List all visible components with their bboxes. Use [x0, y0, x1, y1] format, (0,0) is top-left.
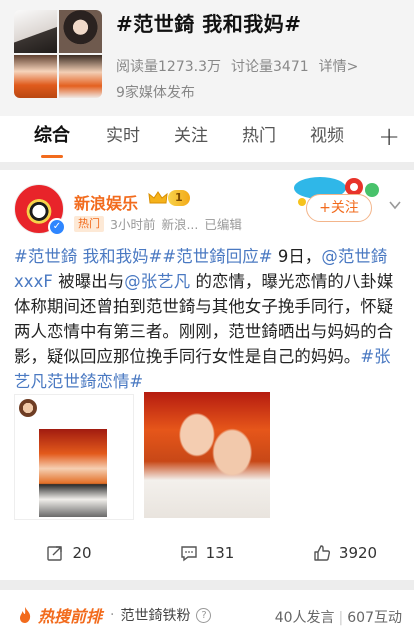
help-icon[interactable]: ?	[196, 607, 212, 623]
edited-label: 已编辑	[204, 217, 242, 232]
topic-header: #范世錡 我和我妈# 阅读量1273.3万 讨论量3471 详情> 9家媒体发布	[0, 0, 414, 116]
post-card: ✓ 新浪娱乐 1 热门 3小时前 新浪... 已编辑 +关注 #范世錡 我和我妈…	[0, 170, 414, 580]
read-count: 阅读量1273.3万	[116, 59, 221, 75]
mention-link[interactable]: @张艺凡	[124, 272, 190, 291]
flame-icon	[20, 607, 31, 623]
topic-title: #范世錡 我和我妈#	[116, 12, 302, 36]
like-button[interactable]: 3920	[276, 534, 414, 572]
tab-following[interactable]: 关注	[174, 116, 208, 162]
cover-photo-3	[14, 55, 57, 98]
post-time: 3小时前	[110, 217, 156, 232]
comment-button[interactable]: 131	[138, 534, 276, 572]
level-badge: 1	[168, 190, 190, 206]
hot-tag: 热门	[74, 215, 104, 232]
discussion-count: 讨论量3471	[231, 59, 309, 75]
screenshot-photo	[39, 429, 107, 517]
tab-bar: 综合 实时 关注 热门 视频 +	[0, 116, 414, 162]
media-count: 9家媒体发布	[116, 85, 195, 101]
post-text-segment: 被曝出与	[52, 272, 125, 291]
author-name[interactable]: 新浪娱乐	[74, 190, 138, 214]
chevron-down-icon[interactable]	[388, 198, 402, 212]
screenshot-header	[19, 399, 37, 417]
comment-count: 131	[205, 544, 235, 562]
post-image-2[interactable]	[144, 392, 270, 518]
stat-divider: |	[338, 610, 344, 626]
post-source: 新浪...	[161, 217, 199, 232]
tab-video[interactable]: 视频	[310, 116, 344, 162]
hot-search-title: 热搜前排	[38, 607, 103, 626]
hot-search-bar[interactable]: 热搜前排 · 范世錡铁粉 ? 40人发言 | 607互动	[0, 590, 414, 640]
hashtag-link[interactable]: #范世錡 我和我妈##范世錡回应#	[14, 247, 273, 266]
post-image-1[interactable]	[14, 394, 134, 520]
like-count: 3920	[338, 544, 378, 562]
mini-avatar	[19, 399, 37, 417]
post-meta: 热门 3小时前 新浪... 已编辑	[74, 214, 242, 233]
topic-cover-collage[interactable]	[14, 10, 102, 98]
tab-realtime[interactable]: 实时	[106, 116, 140, 162]
repost-count: 20	[72, 544, 92, 562]
post-text-segment: 9日，	[272, 247, 322, 266]
repost-icon	[47, 546, 63, 561]
interactions-count: 607互动	[347, 610, 402, 626]
cover-photo-1	[14, 10, 57, 53]
thumbs-up-icon	[314, 545, 330, 561]
crown-icon	[148, 191, 168, 204]
follow-button[interactable]: +关注	[306, 194, 372, 222]
tab-hot[interactable]: 热门	[242, 116, 276, 162]
topic-stats: 阅读量1273.3万 讨论量3471 详情>	[116, 56, 358, 76]
hot-search-stats: 40人发言 | 607互动	[275, 607, 402, 627]
speakers-count: 40人发言	[274, 610, 335, 626]
add-tab-icon[interactable]: +	[378, 122, 400, 152]
repost-button[interactable]: 20	[0, 534, 138, 572]
cover-photo-2	[59, 10, 102, 53]
tab-comprehensive[interactable]: 综合	[34, 116, 70, 162]
comment-icon	[180, 546, 197, 562]
details-link[interactable]: 详情>	[319, 56, 359, 76]
author-avatar-wrap[interactable]: ✓	[14, 184, 66, 236]
cover-photo-4	[59, 55, 102, 98]
action-bar: 20 131 3920	[0, 534, 414, 572]
fan-group-name[interactable]: 范世錡铁粉	[120, 605, 190, 625]
separator-dot: ·	[110, 607, 115, 623]
post-text: #范世錡 我和我妈##范世錡回应# 9日，@范世錡xxxF 被曝出与@张艺凡 的…	[14, 244, 400, 394]
verified-icon: ✓	[48, 218, 66, 236]
